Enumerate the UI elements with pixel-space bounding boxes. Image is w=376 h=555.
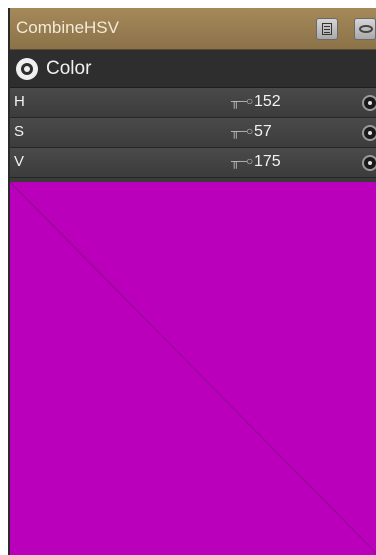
param-value-v[interactable]: 175 xyxy=(254,153,281,171)
param-label-h: H xyxy=(14,93,25,110)
color-preview-swatch xyxy=(10,182,376,555)
node-title: CombineHSV xyxy=(16,18,119,37)
output-socket-icon[interactable] xyxy=(362,125,376,141)
param-row-v[interactable]: V ╥─○ 175 xyxy=(10,148,376,178)
param-row-s[interactable]: S ╥─○ 57 xyxy=(10,118,376,148)
preview-diagonal xyxy=(10,182,376,554)
list-icon[interactable] xyxy=(316,18,338,40)
key-icon[interactable]: ╥─○ xyxy=(231,124,253,138)
color-section-header[interactable]: Color xyxy=(10,50,376,88)
combinehsv-node[interactable]: CombineHSV Color H ╥─○ 152 S ╥─○ 57 V ╥─… xyxy=(8,8,376,555)
section-label: Color xyxy=(46,58,92,79)
key-icon[interactable]: ╥─○ xyxy=(231,154,253,168)
output-socket-icon[interactable] xyxy=(362,95,376,111)
param-label-s: S xyxy=(14,123,25,140)
param-row-h[interactable]: H ╥─○ 152 xyxy=(10,88,376,118)
output-socket-icon[interactable] xyxy=(362,155,376,171)
key-icon[interactable]: ╥─○ xyxy=(231,94,253,108)
color-target-icon xyxy=(16,58,38,80)
param-value-s[interactable]: 57 xyxy=(254,123,272,141)
eye-icon[interactable] xyxy=(354,18,376,40)
param-value-h[interactable]: 152 xyxy=(254,93,281,111)
node-titlebar[interactable]: CombineHSV xyxy=(10,8,376,50)
param-label-v: V xyxy=(14,153,25,170)
